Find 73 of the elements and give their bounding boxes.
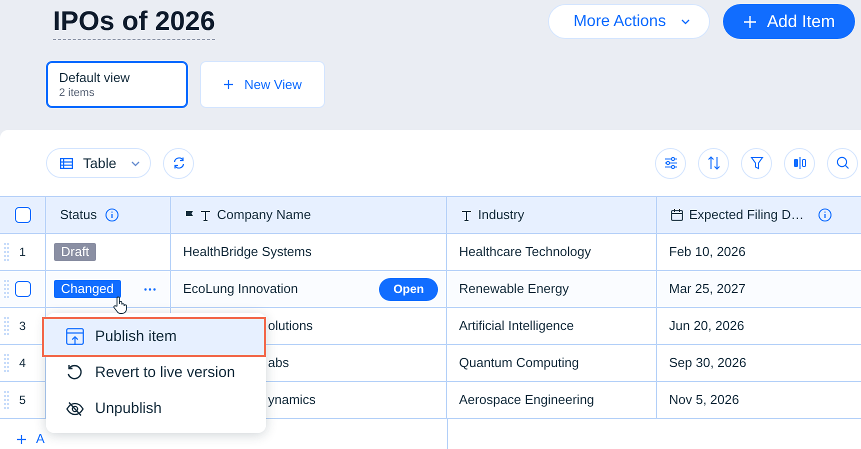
menu-item[interactable]: Publish item [44, 319, 264, 355]
search-icon [836, 156, 850, 170]
plus-icon [16, 434, 27, 444]
drag-handle-icon [4, 280, 9, 298]
plus-icon [742, 14, 757, 28]
table-cell-text: Nov 5, 2026 [669, 391, 740, 410]
row-number: 5 [19, 392, 26, 409]
new-view-button[interactable]: New View [200, 61, 325, 108]
sliders-icon [664, 156, 678, 170]
column-header[interactable]: Company Name [171, 197, 447, 233]
table-cell-text: Healthcare Technology [459, 243, 592, 262]
column-header[interactable]: Status [46, 197, 171, 233]
refresh-icon [172, 156, 186, 170]
table-cell-text: Renewable Energy [459, 280, 569, 298]
table-cell-text: abs [268, 354, 289, 372]
row-number: 1 [19, 244, 26, 261]
columns-button[interactable] [784, 148, 815, 178]
table-cell-text: olutions [268, 317, 313, 336]
more-actions-button[interactable]: More Actions [548, 4, 710, 39]
table-cell-text: EcoLung Innovation [183, 280, 298, 298]
table-cell-text: Feb 10, 2026 [669, 243, 746, 262]
info-icon [104, 208, 119, 222]
columns-icon [792, 156, 806, 170]
text-type-icon [461, 210, 472, 220]
row-number: 4 [19, 355, 26, 372]
table-cell-text: Artificial Intelligence [459, 317, 574, 336]
chevron-down-icon [130, 158, 142, 168]
menu-item[interactable]: Revert to live version [46, 355, 266, 391]
select-all-checkbox[interactable] [14, 207, 30, 223]
drag-handle-icon [4, 317, 9, 335]
refresh-button[interactable] [163, 148, 194, 178]
status-tag: Draft [54, 243, 96, 261]
view-selector[interactable]: Table [46, 148, 151, 178]
text-type-icon [200, 210, 211, 220]
table-cell-text: Aerospace Engineering [459, 391, 594, 410]
table-row[interactable]: 1 Draft HealthBridge Systems Healthcare Technology Feb 10, 2026 [0, 234, 861, 271]
table-cell-text: Mar 25, 2027 [669, 280, 746, 298]
menu-item[interactable]: Unpublish [46, 391, 266, 427]
table-icon [60, 158, 73, 168]
chevron-down-icon [680, 17, 691, 26]
drag-handle-icon [4, 243, 9, 261]
add-item-button[interactable]: Add Item [722, 4, 855, 39]
filter-icon [750, 156, 764, 170]
view-count: 2 items [59, 86, 96, 100]
more-icon [144, 288, 156, 290]
drag-handle-icon [4, 391, 9, 409]
drag-handle-icon [4, 354, 9, 372]
open-button[interactable]: Open [379, 278, 438, 300]
page-title[interactable]: IPOs of 2026 [53, 4, 216, 40]
eye-slash-icon [66, 400, 84, 418]
table-cell-text: ynamics [268, 391, 316, 410]
calendar-icon [671, 209, 683, 221]
table-cell-text: HealthBridge Systems [183, 243, 312, 262]
add-row-button[interactable]: A [16, 429, 45, 449]
table-cell-text: Jun 20, 2026 [669, 317, 744, 336]
row-checkbox[interactable] [14, 281, 30, 297]
table-cell-text: Sep 30, 2026 [669, 354, 746, 372]
view-name: Default view [59, 68, 131, 86]
undo-icon [66, 364, 84, 382]
filter-button[interactable] [741, 148, 772, 178]
settings-button[interactable] [655, 148, 686, 178]
column-header[interactable]: Expected Filing D… [657, 197, 861, 233]
info-icon [818, 208, 832, 222]
status-tag: Changed [54, 280, 121, 298]
column-header[interactable]: Industry [447, 197, 657, 233]
sort-button[interactable] [698, 148, 729, 178]
row-number: 3 [19, 318, 26, 335]
view-card[interactable]: Default view 2 items [46, 61, 188, 108]
search-button[interactable] [827, 148, 858, 178]
table-cell-text: Quantum Computing [459, 354, 579, 372]
publish-icon [66, 328, 84, 346]
sort-icon [706, 156, 720, 170]
plus-icon [223, 79, 234, 90]
